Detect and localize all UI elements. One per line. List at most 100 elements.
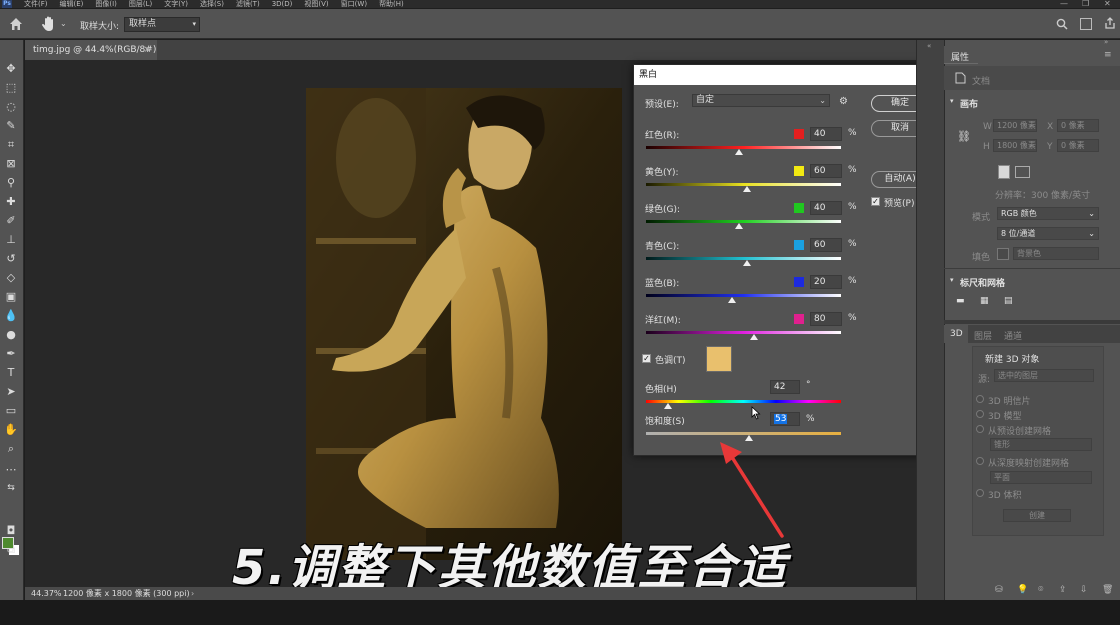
move-tool-icon[interactable]: ✥ (4, 62, 18, 76)
menu-file[interactable]: 文件(F) (24, 0, 48, 8)
marquee-tool-icon[interactable]: ⬚ (4, 81, 18, 95)
menu-filter[interactable]: 滤镜(T) (236, 0, 260, 8)
saturation-slider-track[interactable] (646, 432, 841, 435)
light-bulb-icon[interactable]: 💡 (1017, 585, 1028, 595)
zoom-tool-icon[interactable]: ⌕ (4, 442, 18, 456)
panel-menu-icon[interactable]: ≡ (1104, 50, 1112, 60)
cyan-value-input[interactable]: 60 (810, 238, 842, 252)
expand-arrows-icon[interactable]: » (1104, 38, 1108, 46)
magenta-slider-thumb[interactable] (750, 334, 758, 340)
eraser-tool-icon[interactable]: ◇ (4, 271, 18, 285)
tab-channels[interactable]: 通道 (1004, 329, 1022, 342)
eyedropper-tool-icon[interactable] (40, 15, 58, 33)
guides-icon[interactable]: ▤ (1004, 296, 1013, 306)
properties-tab[interactable]: 属性 (944, 46, 978, 64)
share-icon[interactable] (1104, 17, 1116, 29)
tint-checkbox[interactable]: ✓ (642, 354, 651, 363)
menu-view[interactable]: 视图(V) (304, 0, 328, 8)
ruler-icon[interactable]: ▬ (956, 296, 965, 306)
tab-layers[interactable]: 图层 (974, 329, 992, 342)
hue-slider-thumb[interactable] (664, 403, 672, 409)
rulers-section-chevron-icon[interactable]: ▾ (950, 276, 954, 284)
preset-select[interactable]: 自定 ⌄ (692, 94, 830, 107)
width-input[interactable]: 1200 像素 (993, 119, 1037, 132)
quick-mask-icon[interactable]: ◘ (4, 524, 18, 538)
preview-checkbox[interactable]: ✓ (871, 197, 880, 206)
fill-select[interactable]: 背景色 (1013, 247, 1099, 260)
canvas-section-chevron-icon[interactable]: ▾ (950, 97, 954, 105)
y-input[interactable]: 0 像素 (1057, 139, 1099, 152)
type-tool-icon[interactable]: T (4, 366, 18, 380)
green-slider-thumb[interactable] (735, 223, 743, 229)
close-window-icon[interactable]: ✕ (1104, 0, 1111, 8)
portrait-orientation-icon[interactable] (998, 165, 1010, 179)
mode-select[interactable]: RGB 颜色 ⌄ (997, 207, 1099, 220)
pen-tool-icon[interactable]: ✒ (4, 347, 18, 361)
bit-depth-select[interactable]: 8 位/通道 ⌄ (997, 227, 1099, 240)
dodge-tool-icon[interactable]: ● (4, 328, 18, 342)
crop-tool-icon[interactable]: ⌗ (4, 138, 18, 152)
blue-slider-track[interactable] (646, 294, 841, 297)
camera-icon[interactable]: ⌾ (1038, 585, 1043, 595)
menu-edit[interactable]: 编辑(E) (60, 0, 84, 8)
quick-select-tool-icon[interactable]: ✎ (4, 119, 18, 133)
search-icon[interactable] (1056, 18, 1068, 30)
blur-tool-icon[interactable]: 💧 (4, 309, 18, 323)
close-tab-icon[interactable]: × (143, 40, 151, 60)
radio-3d-volume[interactable] (976, 489, 984, 497)
mesh-preset-select[interactable]: 锥形 (990, 438, 1092, 451)
menu-image[interactable]: 图像(I) (95, 0, 117, 8)
document-tab[interactable]: timg.jpg @ 44.4%(RGB/8#) × (25, 40, 157, 60)
rectangle-tool-icon[interactable]: ▭ (4, 404, 18, 418)
hue-value-input[interactable]: 42 (770, 380, 800, 394)
home-icon[interactable] (8, 16, 24, 32)
menu-3d[interactable]: 3D(D) (272, 0, 293, 8)
radio-3d-model[interactable] (976, 410, 984, 418)
render-icon[interactable]: ⇩ (1080, 585, 1088, 595)
gradient-tool-icon[interactable]: ▣ (4, 290, 18, 304)
collapse-arrows-icon[interactable]: « (927, 42, 931, 50)
radio-mesh-from-preset[interactable] (976, 425, 984, 433)
sample-size-select[interactable]: 取样点 ▾ (124, 17, 200, 32)
frame-tool-icon[interactable]: ⊠ (4, 157, 18, 171)
menu-help[interactable]: 帮助(H) (379, 0, 404, 8)
x-input[interactable]: 0 像素 (1057, 119, 1099, 132)
height-input[interactable]: 1800 像素 (993, 139, 1037, 152)
foreground-color-swatch[interactable] (2, 537, 14, 549)
scene-icon[interactable]: ⛁ (995, 585, 1003, 595)
trash-icon[interactable]: 🗑 (1102, 585, 1113, 595)
menu-layer[interactable]: 图层(L) (129, 0, 152, 8)
more-tools-icon[interactable]: ⋯ (4, 463, 18, 477)
radio-mesh-from-depth[interactable] (976, 457, 984, 465)
source-select[interactable]: 选中的图层 (994, 369, 1094, 382)
landscape-orientation-icon[interactable] (1015, 166, 1030, 178)
tab-3d[interactable]: 3D (944, 325, 968, 343)
stamp-tool-icon[interactable]: ⊥ (4, 233, 18, 247)
minimize-icon[interactable]: — (1060, 0, 1068, 8)
lasso-tool-icon[interactable]: ◌ (4, 100, 18, 114)
blue-slider-thumb[interactable] (728, 297, 736, 303)
red-slider-track[interactable] (646, 146, 841, 149)
tint-color-swatch[interactable] (706, 346, 732, 372)
yellow-value-input[interactable]: 60 (810, 164, 842, 178)
blue-value-input[interactable]: 20 (810, 275, 842, 289)
green-value-input[interactable]: 40 (810, 201, 842, 215)
document-image[interactable] (306, 88, 622, 560)
healing-brush-icon[interactable]: ✚ (4, 195, 18, 209)
yellow-slider-thumb[interactable] (743, 186, 751, 192)
menu-type[interactable]: 文字(Y) (164, 0, 188, 8)
chevron-right-icon[interactable]: › (191, 587, 194, 600)
cyan-slider-thumb[interactable] (743, 260, 751, 266)
restore-icon[interactable]: ❐ (1082, 0, 1089, 8)
zoom-level[interactable]: 44.37% (31, 587, 62, 600)
hand-tool-icon[interactable]: ✋ (4, 423, 18, 437)
path-select-icon[interactable]: ➤ (4, 385, 18, 399)
magenta-slider-track[interactable] (646, 331, 841, 334)
brush-tool-icon[interactable]: ✐ (4, 214, 18, 228)
fill-swatch[interactable] (997, 248, 1009, 260)
hue-slider-track[interactable] (646, 400, 841, 403)
history-brush-icon[interactable]: ↺ (4, 252, 18, 266)
tool-preset-chevron-down-icon[interactable]: ⌄ (60, 19, 67, 28)
eyedropper-icon[interactable]: ⚲ (4, 176, 18, 190)
radio-3d-postcard[interactable] (976, 395, 984, 403)
